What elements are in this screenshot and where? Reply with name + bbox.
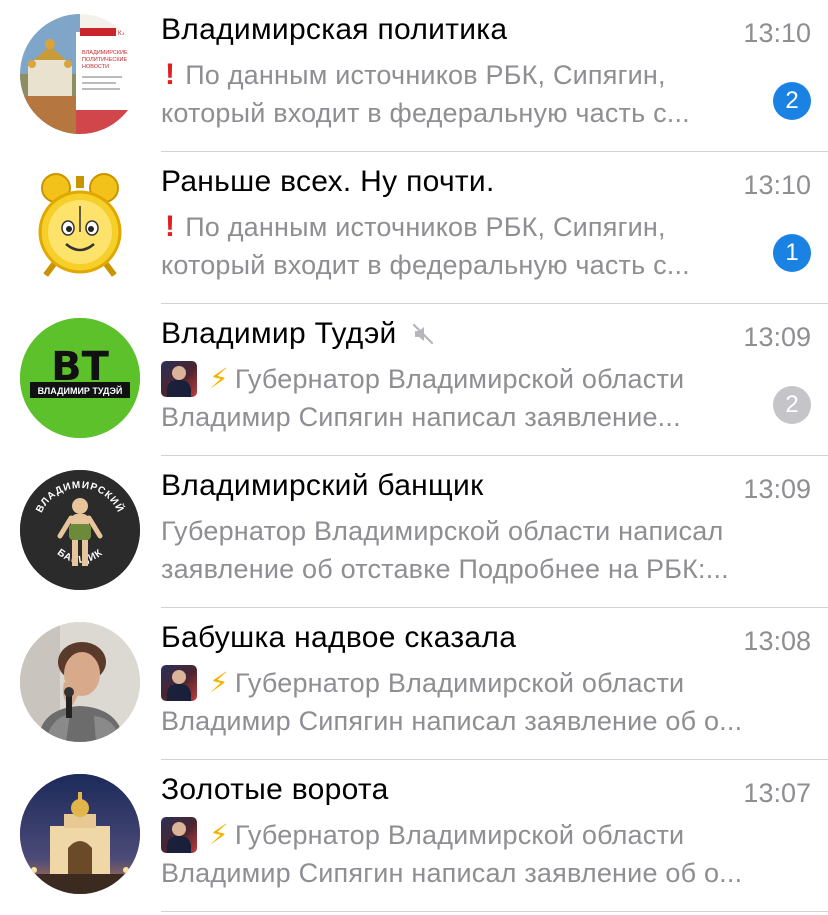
preview-line-2: Владимир Сипягин написал заявление об о.… xyxy=(161,858,743,888)
chat-title: Владимир Тудэй xyxy=(161,317,435,351)
chat-avatar xyxy=(20,774,140,894)
row-separator xyxy=(161,911,828,912)
chat-preview: Губернатор Владимирской области написал … xyxy=(161,512,801,588)
svg-text:ПОЛИТИЧЕСКИЕ: ПОЛИТИЧЕСКИЕ xyxy=(82,57,128,63)
chat-row-vladimirskaya-politika[interactable]: КУ.. ВЛАДИМИРСКИЕ ПОЛИТИЧЕСКИЕ НОВОСТИ В… xyxy=(0,0,828,152)
preview-line-1: Губернатор Владимирской области написал xyxy=(161,516,724,546)
preview-line-1: По данным источников РБК, Сипягин, xyxy=(185,212,666,242)
muted-speaker-icon xyxy=(412,323,433,345)
chat-avatar xyxy=(20,622,140,742)
preview-line-2: который входит в федеральную часть с... xyxy=(161,250,690,280)
chat-row-zolotye-vorota[interactable]: Золотые ворота 13:07 ⚡ Губернатор Владими… xyxy=(0,760,828,912)
preview-line-2: заявление об отставке Подробнее на РБК:.… xyxy=(161,554,729,584)
chat-avatar: BT ВЛАДИМИР ТУДЭЙ xyxy=(20,318,140,438)
preview-line-1: По данным источников РБК, Сипягин, xyxy=(185,60,666,90)
preview-line-2: Владимир Сипягин написал заявление об о.… xyxy=(161,706,743,736)
chat-avatar: ВЛАДИМИРСКИЙ БАНЩИК xyxy=(20,470,140,590)
chat-preview: ⚡ Губернатор Владимирской области Владими… xyxy=(161,664,801,740)
chat-time: 13:09 xyxy=(743,322,811,352)
chat-time: 13:09 xyxy=(743,474,811,504)
media-thumbnail xyxy=(161,817,197,853)
lightning-icon: ⚡ xyxy=(209,667,229,698)
avatar-caption: ВЛАДИМИР ТУДЭЙ xyxy=(38,385,123,396)
chat-title: Золотые ворота xyxy=(161,773,389,806)
unread-badge: 2 xyxy=(773,386,811,424)
preview-line-1: Губернатор Владимирской области xyxy=(234,668,685,698)
lightning-icon: ⚡ xyxy=(209,819,229,850)
preview-line-2: который входит в федеральную часть с... xyxy=(161,98,690,128)
chat-time: 13:07 xyxy=(743,778,811,808)
chat-title: Владимирский банщик xyxy=(161,469,484,502)
chat-time: 13:10 xyxy=(743,170,811,200)
chat-list: КУ.. ВЛАДИМИРСКИЕ ПОЛИТИЧЕСКИЕ НОВОСТИ В… xyxy=(0,0,828,915)
preview-line-2: Владимир Сипягин написал заявление... xyxy=(161,402,681,432)
preview-line-1: Губернатор Владимирской области xyxy=(234,364,685,394)
chat-avatar xyxy=(20,166,140,286)
chat-title: Бабушка надвое сказала xyxy=(161,621,517,654)
unread-badge: 1 xyxy=(773,234,811,272)
chat-preview: ⚡ Губернатор Владимирской области Владими… xyxy=(161,360,801,436)
chat-time: 13:08 xyxy=(743,626,811,656)
chat-preview: ! По данным источников РБК, Сипягин, кото… xyxy=(161,56,761,132)
svg-text:ВЛАДИМИРСКИЕ: ВЛАДИМИРСКИЕ xyxy=(82,50,128,56)
chat-preview: ⚡ Губернатор Владимирской области Владими… xyxy=(161,816,801,892)
chat-title: Владимирская политика xyxy=(161,13,508,46)
red-exclamation-icon: ! xyxy=(165,58,176,91)
alarm-clock-icon xyxy=(20,166,140,286)
svg-text:КУ..: КУ.. xyxy=(118,31,128,37)
svg-text:НОВОСТИ: НОВОСТИ xyxy=(82,64,109,70)
chat-row-ranshe-vseh[interactable]: Раньше всех. Ну почти. 13:10 ! По данным … xyxy=(0,152,828,304)
chat-preview: ! По данным источников РБК, Сипягин, кото… xyxy=(161,208,761,284)
media-thumbnail xyxy=(161,665,197,701)
chat-avatar: КУ.. ВЛАДИМИРСКИЕ ПОЛИТИЧЕСКИЕ НОВОСТИ xyxy=(20,14,140,134)
chat-row-vladimirsky-banshchik[interactable]: ВЛАДИМИРСКИЙ БАНЩИК Владимирский банщик … xyxy=(0,456,828,608)
chat-row-vladimir-today[interactable]: BT ВЛАДИМИР ТУДЭЙ Владимир Тудэй 13:09 ⚡… xyxy=(0,304,828,456)
red-exclamation-icon: ! xyxy=(165,210,176,243)
chat-title: Раньше всех. Ну почти. xyxy=(161,165,495,198)
unread-badge: 2 xyxy=(773,82,811,120)
chat-row-babushka-nadvoe[interactable]: Бабушка надвое сказала 13:08 ⚡ Губернатор… xyxy=(0,608,828,760)
lightning-icon: ⚡ xyxy=(209,363,229,394)
preview-line-1: Губернатор Владимирской области xyxy=(234,820,685,850)
chat-time: 13:10 xyxy=(743,18,811,48)
media-thumbnail xyxy=(161,361,197,397)
